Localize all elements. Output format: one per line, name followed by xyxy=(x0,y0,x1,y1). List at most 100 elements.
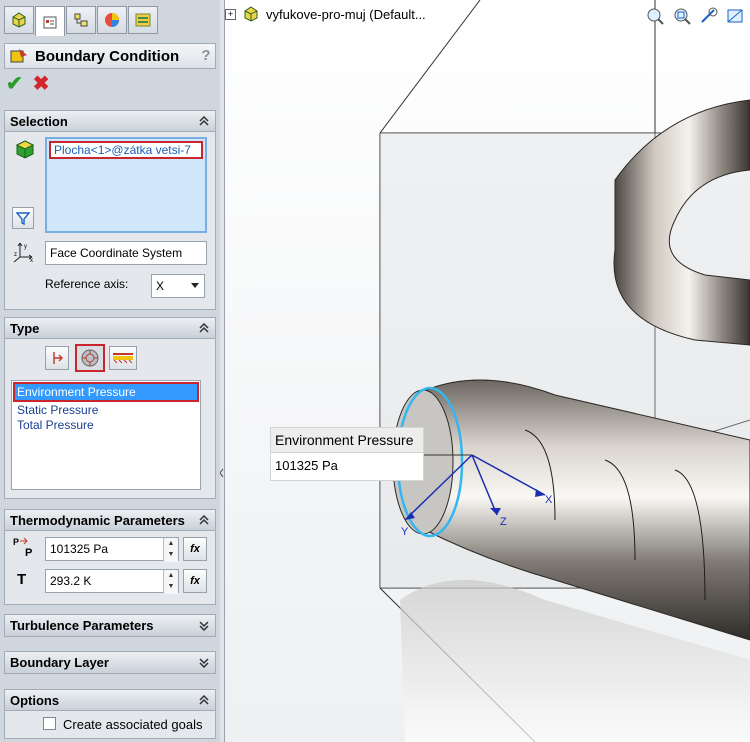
feature-manager-tabs xyxy=(4,6,158,36)
options-group-header[interactable]: Options xyxy=(5,690,215,711)
temperature-label: T xyxy=(17,571,27,588)
pressure-function-button[interactable]: fx xyxy=(183,537,207,561)
temperature-spinner[interactable]: ▲ ▼ xyxy=(163,570,178,594)
axis-y-label: Y xyxy=(401,526,409,538)
boundary-callout[interactable]: Environment Pressure 101325 Pa xyxy=(270,427,424,481)
temperature-field[interactable]: 293.2 K ▲ ▼ xyxy=(45,569,179,594)
zoom-to-fit-icon[interactable] xyxy=(645,6,665,26)
turbulence-header-label: Turbulence Parameters xyxy=(10,618,154,633)
tab-configuration-manager[interactable] xyxy=(66,6,96,34)
collapse-arrow-icon[interactable] xyxy=(220,455,224,495)
ok-button[interactable]: ✔ xyxy=(6,74,23,94)
configuration-manager-icon xyxy=(74,13,88,27)
chevron-up-icon[interactable] xyxy=(196,512,212,528)
tab-display-manager[interactable] xyxy=(97,6,127,34)
boundary-layer-header-label: Boundary Layer xyxy=(10,655,109,670)
model-render xyxy=(225,0,750,742)
pressure-spinner[interactable]: ▲ ▼ xyxy=(163,538,178,562)
reference-axis-value: X xyxy=(156,279,165,293)
chevron-down-icon xyxy=(191,283,199,288)
property-manager-icon xyxy=(43,16,57,28)
chevron-down-icon[interactable] xyxy=(196,618,212,634)
coordinate-system-field[interactable]: Face Coordinate System xyxy=(45,241,207,265)
feature-tree-root[interactable]: + vyfukove-pro-muj (Default... xyxy=(225,5,426,23)
temperature-function-button[interactable]: fx xyxy=(183,569,207,593)
pressure-field[interactable]: 101325 Pa ▲ ▼ xyxy=(45,537,179,562)
options-header-label: Options xyxy=(10,692,60,708)
expand-icon[interactable]: + xyxy=(225,8,236,20)
options-group: Options Create associated goals xyxy=(4,689,216,739)
turbulence-group-header[interactable]: Turbulence Parameters xyxy=(5,615,215,636)
turbulence-group: Turbulence Parameters xyxy=(4,614,216,637)
filter-button[interactable] xyxy=(12,207,34,229)
zoom-to-area-icon[interactable] xyxy=(672,6,692,26)
wall-button[interactable] xyxy=(109,346,137,370)
svg-text:z: z xyxy=(14,252,17,258)
face-cube-icon xyxy=(15,140,35,159)
svg-text:P: P xyxy=(13,537,19,547)
type-list[interactable]: Environment Pressure Static Pressure Tot… xyxy=(11,380,201,490)
chevron-up-icon[interactable] xyxy=(196,692,212,708)
type-item-environment-pressure[interactable]: Environment Pressure xyxy=(13,382,199,402)
selection-group: Selection Plocha<1>@zátka vetsi-7 y z x Fa… xyxy=(4,110,216,310)
reference-axis-label: Reference axis: xyxy=(45,277,129,291)
display-manager-icon xyxy=(105,13,119,27)
filter-icon xyxy=(16,212,30,225)
selection-list[interactable]: Plocha<1>@zátka vetsi-7 xyxy=(45,137,207,233)
ok-cancel-row: ✔ ✖ xyxy=(6,74,50,94)
chevron-up-icon[interactable] xyxy=(196,113,212,129)
fx-icon: fx xyxy=(190,543,200,555)
pressure-opening-icon xyxy=(81,349,99,367)
thermodynamic-group: Thermodynamic Parameters PP 101325 Pa ▲ ▼… xyxy=(4,509,216,605)
flow-openings-button[interactable] xyxy=(45,346,69,370)
part-icon xyxy=(244,6,258,22)
flow-simulation-icon xyxy=(135,13,151,27)
pressure-openings-button[interactable] xyxy=(75,344,105,372)
tab-property-manager[interactable] xyxy=(35,6,65,36)
fx-icon: fx xyxy=(190,575,200,587)
svg-text:x: x xyxy=(30,258,33,263)
property-manager-header: Boundary Condition ? xyxy=(4,43,216,69)
thermodynamic-header-label: Thermodynamic Parameters xyxy=(10,512,185,528)
type-header-label: Type xyxy=(10,320,40,336)
feature-tree-icon xyxy=(12,12,26,28)
temperature-value: 293.2 K xyxy=(50,574,92,588)
reference-axis-select[interactable]: X xyxy=(151,274,205,298)
help-button[interactable]: ? xyxy=(197,47,215,65)
create-goals-label: Create associated goals xyxy=(63,717,203,732)
svg-text:P: P xyxy=(25,547,32,559)
create-goals-checkbox[interactable] xyxy=(43,717,56,730)
tab-feature-tree[interactable] xyxy=(4,6,34,34)
tab-flow-simulation[interactable] xyxy=(128,6,158,34)
tree-root-label: vyfukove-pro-muj (Default... xyxy=(266,6,426,22)
page-title: Boundary Condition xyxy=(35,47,180,65)
type-group-header[interactable]: Type xyxy=(5,318,215,339)
callout-value[interactable]: 101325 Pa xyxy=(271,453,423,479)
previous-view-icon[interactable] xyxy=(699,6,719,26)
svg-text:y: y xyxy=(24,244,27,250)
type-group: Type Environment Pressure Static Pressur… xyxy=(4,317,216,499)
boundary-layer-group: Boundary Layer xyxy=(4,651,216,674)
axis-z-label: Z xyxy=(500,516,507,528)
coordinate-system-icon: y z x xyxy=(13,242,33,263)
flow-opening-icon xyxy=(53,352,63,364)
selected-face-item[interactable]: Plocha<1>@zátka vetsi-7 xyxy=(49,141,203,159)
selection-group-header[interactable]: Selection xyxy=(5,111,215,132)
thermodynamic-group-header[interactable]: Thermodynamic Parameters xyxy=(5,510,215,531)
property-manager: Boundary Condition ? ✔ ✖ Selection Ploch… xyxy=(0,0,221,742)
chevron-up-icon[interactable] xyxy=(196,320,212,336)
type-item-total-pressure[interactable]: Total Pressure xyxy=(12,418,200,433)
selection-header-label: Selection xyxy=(10,113,68,129)
boundary-layer-group-header[interactable]: Boundary Layer xyxy=(5,652,215,673)
section-view-icon[interactable] xyxy=(725,6,745,26)
pressure-param-icon: PP xyxy=(13,537,32,559)
chevron-down-icon[interactable] xyxy=(196,655,212,671)
cancel-button[interactable]: ✖ xyxy=(33,74,50,94)
wall-icon xyxy=(113,353,133,364)
boundary-condition-icon xyxy=(10,49,27,63)
callout-title: Environment Pressure xyxy=(271,428,423,453)
graphics-viewport[interactable]: + vyfukove-pro-muj (Default... Y Z X Env… xyxy=(225,0,750,742)
type-item-static-pressure[interactable]: Static Pressure xyxy=(12,403,200,418)
pressure-value: 101325 Pa xyxy=(50,542,109,556)
axis-x-label: X xyxy=(545,494,553,506)
